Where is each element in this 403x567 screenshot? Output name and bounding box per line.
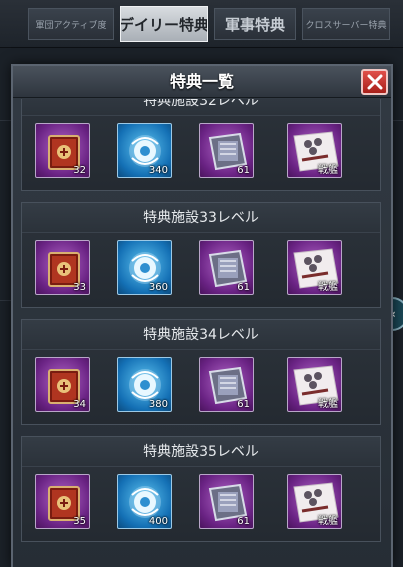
item-count: 61 xyxy=(237,399,250,410)
reward-level-section: 特典施設32レベル 32 340 61 戦艦 xyxy=(21,99,381,191)
reward-item[interactable]: 戦艦 xyxy=(287,123,342,178)
item-count: 33 xyxy=(73,282,86,293)
reward-list-dialog: 特典一覧 特典施設32レベル 32 340 61 戦艦 特典施設33レベル 33 360 61 戦… xyxy=(11,64,393,567)
reward-scroll-area[interactable]: 特典施設32レベル 32 340 61 戦艦 特典施設33レベル 33 360 61 戦艦 特典施設… xyxy=(13,99,391,567)
reward-section-list: 特典施設32レベル 32 340 61 戦艦 特典施設33レベル 33 360 61 戦艦 特典施設… xyxy=(13,99,391,553)
reward-level-section: 特典施設34レベル 34 380 61 戦艦 xyxy=(21,319,381,425)
tab-cross-server-reward[interactable]: クロスサーバー特典 xyxy=(302,8,390,40)
item-count: 32 xyxy=(73,165,86,176)
item-count: 戦艦 xyxy=(318,516,338,527)
reward-item[interactable]: 33 xyxy=(35,240,90,295)
reward-item[interactable]: 34 xyxy=(35,357,90,412)
item-count: 360 xyxy=(148,282,168,293)
dialog-title: 特典一覧 xyxy=(169,72,234,91)
item-count: 61 xyxy=(237,165,250,176)
item-count: 400 xyxy=(148,516,168,527)
reward-item[interactable]: 340 xyxy=(117,123,172,178)
tab-daily-reward[interactable]: デイリー特典 xyxy=(120,6,208,42)
item-count: 戦艦 xyxy=(318,282,338,293)
reward-item[interactable]: 32 xyxy=(35,123,90,178)
background-tab-bar: 軍団アクティブ度 デイリー特典 軍事特典 クロスサーバー特典 xyxy=(0,0,403,48)
reward-items-row: 35 400 61 戦艦 xyxy=(35,474,355,530)
reward-level-section: 特典施設35レベル 35 400 61 戦艦 xyxy=(21,436,381,542)
level-title: 特典施設32レベル xyxy=(22,99,380,116)
reward-item[interactable]: 61 xyxy=(199,357,254,412)
reward-item[interactable]: 35 xyxy=(35,474,90,529)
reward-level-section: 特典施設33レベル 33 360 61 戦艦 xyxy=(21,202,381,308)
close-button[interactable] xyxy=(361,69,388,95)
item-count: 戦艦 xyxy=(318,399,338,410)
reward-items-row: 33 360 61 戦艦 xyxy=(35,240,355,296)
item-count: 35 xyxy=(73,516,86,527)
reward-item[interactable]: 61 xyxy=(199,240,254,295)
reward-item[interactable]: 戦艦 xyxy=(287,474,342,529)
level-title: 特典施設35レベル xyxy=(22,437,380,467)
reward-item[interactable]: 380 xyxy=(117,357,172,412)
reward-item[interactable]: 360 xyxy=(117,240,172,295)
reward-items-row: 34 380 61 戦艦 xyxy=(35,357,355,413)
tab-alliance-activity[interactable]: 軍団アクティブ度 xyxy=(28,8,114,40)
reward-items-row: 32 340 61 戦艦 xyxy=(35,123,355,179)
reward-item[interactable]: 400 xyxy=(117,474,172,529)
reward-item[interactable]: 61 xyxy=(199,123,254,178)
level-title: 特典施設34レベル xyxy=(22,320,380,350)
reward-item[interactable]: 戦艦 xyxy=(287,357,342,412)
item-count: 380 xyxy=(148,399,168,410)
item-count: 戦艦 xyxy=(318,165,338,176)
item-count: 340 xyxy=(148,165,168,176)
reward-item[interactable]: 61 xyxy=(199,474,254,529)
item-count: 61 xyxy=(237,282,250,293)
tab-military-reward[interactable]: 軍事特典 xyxy=(214,8,296,40)
item-count: 61 xyxy=(237,516,250,527)
reward-item[interactable]: 戦艦 xyxy=(287,240,342,295)
close-icon xyxy=(367,74,382,90)
item-count: 34 xyxy=(73,399,86,410)
level-title: 特典施設33レベル xyxy=(22,203,380,233)
